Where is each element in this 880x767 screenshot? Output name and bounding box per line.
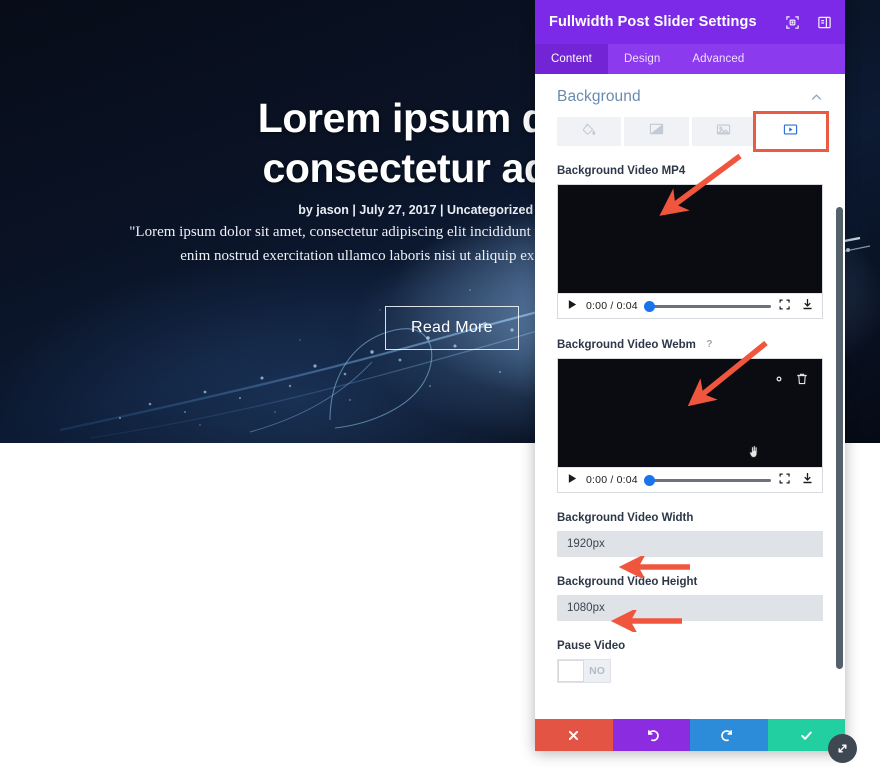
webm-label-text: Background Video Webm (557, 338, 696, 351)
panel-scrollbar[interactable] (836, 74, 843, 719)
background-video-tab[interactable] (752, 111, 830, 152)
fullscreen-icon[interactable] (779, 471, 790, 489)
video-width-input[interactable] (557, 531, 823, 557)
mp4-time-display: 0:00 / 0:04 (586, 300, 638, 312)
panel-title: Fullwidth Post Slider Settings (549, 14, 757, 30)
layout-toggle-icon[interactable] (817, 15, 832, 30)
video-icon (783, 123, 798, 141)
section-title: Background (557, 88, 641, 105)
pause-label-text: Pause Video (557, 640, 626, 652)
toggle-value: NO (589, 665, 605, 677)
panel-body: Background Background Video MP4 0:00 / 0… (535, 74, 845, 719)
webm-time-display: 0:00 / 0:04 (586, 474, 638, 486)
webm-progress-track[interactable] (643, 474, 771, 486)
panel-header: Fullwidth Post Slider Settings (535, 0, 845, 44)
pause-field-label: Pause Video (557, 640, 823, 652)
pause-video-toggle[interactable]: NO (557, 659, 611, 683)
height-field-label: Background Video Height (557, 576, 823, 588)
chevron-up-icon[interactable] (810, 91, 823, 104)
redo-icon (721, 729, 733, 741)
mp4-video-screen[interactable] (558, 185, 822, 293)
tab-advanced[interactable]: Advanced (676, 44, 760, 74)
background-image-tab[interactable] (691, 117, 756, 146)
undo-button[interactable] (612, 719, 690, 751)
panel-footer (535, 719, 857, 763)
fullscreen-icon[interactable] (779, 297, 790, 315)
mp4-field-label: Background Video MP4 (557, 165, 823, 177)
gradient-icon (649, 122, 664, 141)
background-gradient-tab[interactable] (624, 117, 689, 146)
width-label-text: Background Video Width (557, 512, 694, 524)
download-icon[interactable] (802, 297, 813, 315)
check-icon (800, 731, 812, 740)
settings-panel: Fullwidth Post Slider Settings Content D… (535, 0, 857, 763)
tab-design[interactable]: Design (608, 44, 676, 74)
scrollbar-thumb[interactable] (836, 207, 843, 669)
gear-icon[interactable] (772, 372, 786, 386)
tab-content[interactable]: Content (535, 44, 608, 74)
expand-view-icon[interactable] (785, 15, 800, 30)
webm-field-label: Background Video Webm ? (557, 338, 823, 351)
read-more-button[interactable]: Read More (385, 306, 519, 350)
panel-tabs: Content Design Advanced (535, 44, 845, 74)
help-icon[interactable]: ? (703, 338, 716, 351)
mp4-label-text: Background Video MP4 (557, 165, 686, 177)
background-section-header: Background (557, 74, 823, 117)
webm-progress-knob[interactable] (643, 474, 655, 486)
download-icon[interactable] (802, 471, 813, 489)
webm-video-controls: 0:00 / 0:04 (558, 467, 822, 492)
play-icon[interactable] (567, 297, 578, 315)
redo-button[interactable] (690, 719, 768, 751)
mp4-progress-knob[interactable] (643, 300, 655, 312)
hand-cursor-icon (748, 445, 760, 459)
video-height-input[interactable] (557, 595, 823, 621)
mp4-progress-track[interactable] (643, 300, 771, 312)
webm-video-preview[interactable]: 0:00 / 0:04 (557, 358, 823, 493)
trash-icon[interactable] (795, 372, 809, 386)
mp4-video-controls: 0:00 / 0:04 (558, 293, 822, 318)
close-icon (569, 730, 579, 740)
background-color-tab[interactable] (557, 117, 622, 146)
resize-handle-icon[interactable] (828, 734, 857, 763)
width-field-label: Background Video Width (557, 512, 823, 524)
image-icon (716, 123, 731, 141)
play-icon[interactable] (567, 471, 578, 489)
background-type-tabs (557, 111, 830, 152)
webm-video-screen[interactable] (558, 359, 822, 467)
paint-bucket-icon (582, 122, 596, 141)
mp4-video-preview[interactable]: 0:00 / 0:04 (557, 184, 823, 319)
undo-icon (647, 729, 659, 741)
toggle-knob (558, 660, 584, 682)
height-label-text: Background Video Height (557, 576, 698, 588)
screen: Lorem ipsum dolor consectetur adipis by … (0, 0, 880, 767)
cancel-button[interactable] (535, 719, 613, 751)
